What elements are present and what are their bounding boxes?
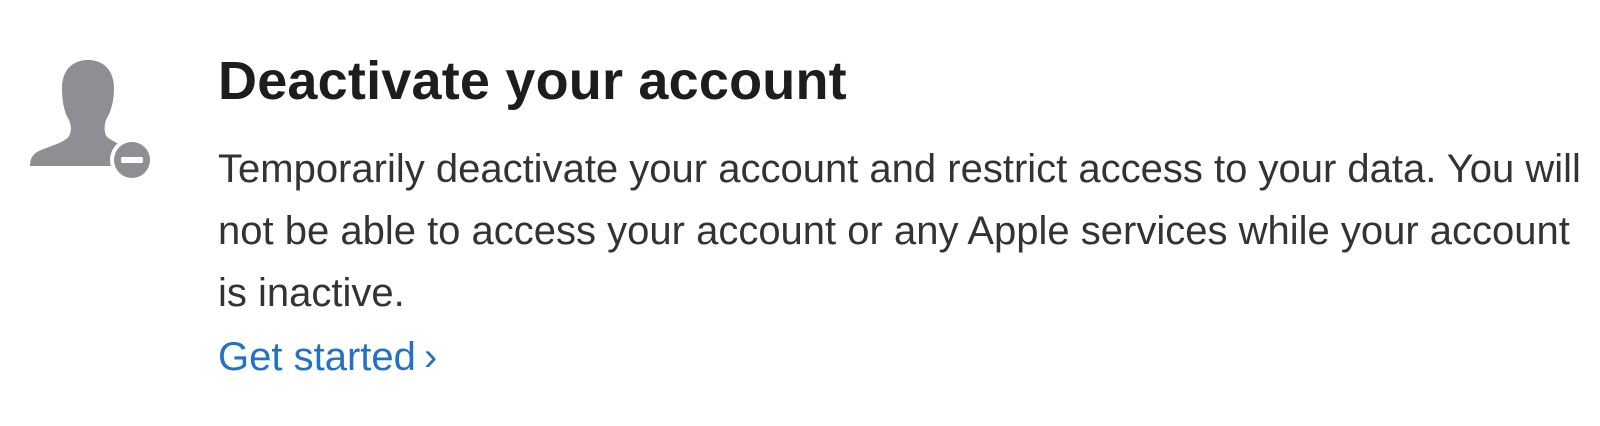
chevron-right-icon: › (423, 335, 438, 379)
user-remove-icon (26, 56, 156, 186)
deactivate-account-card: Deactivate your account Temporarily deac… (0, 0, 1600, 426)
section-title: Deactivate your account (218, 51, 847, 111)
section-description: Temporarily deactivate your account and … (218, 147, 1581, 315)
deactivate-content: Deactivate your account Temporarily deac… (218, 46, 1588, 388)
get-started-link[interactable]: Get started › (218, 326, 437, 388)
get-started-label: Get started (218, 335, 416, 379)
